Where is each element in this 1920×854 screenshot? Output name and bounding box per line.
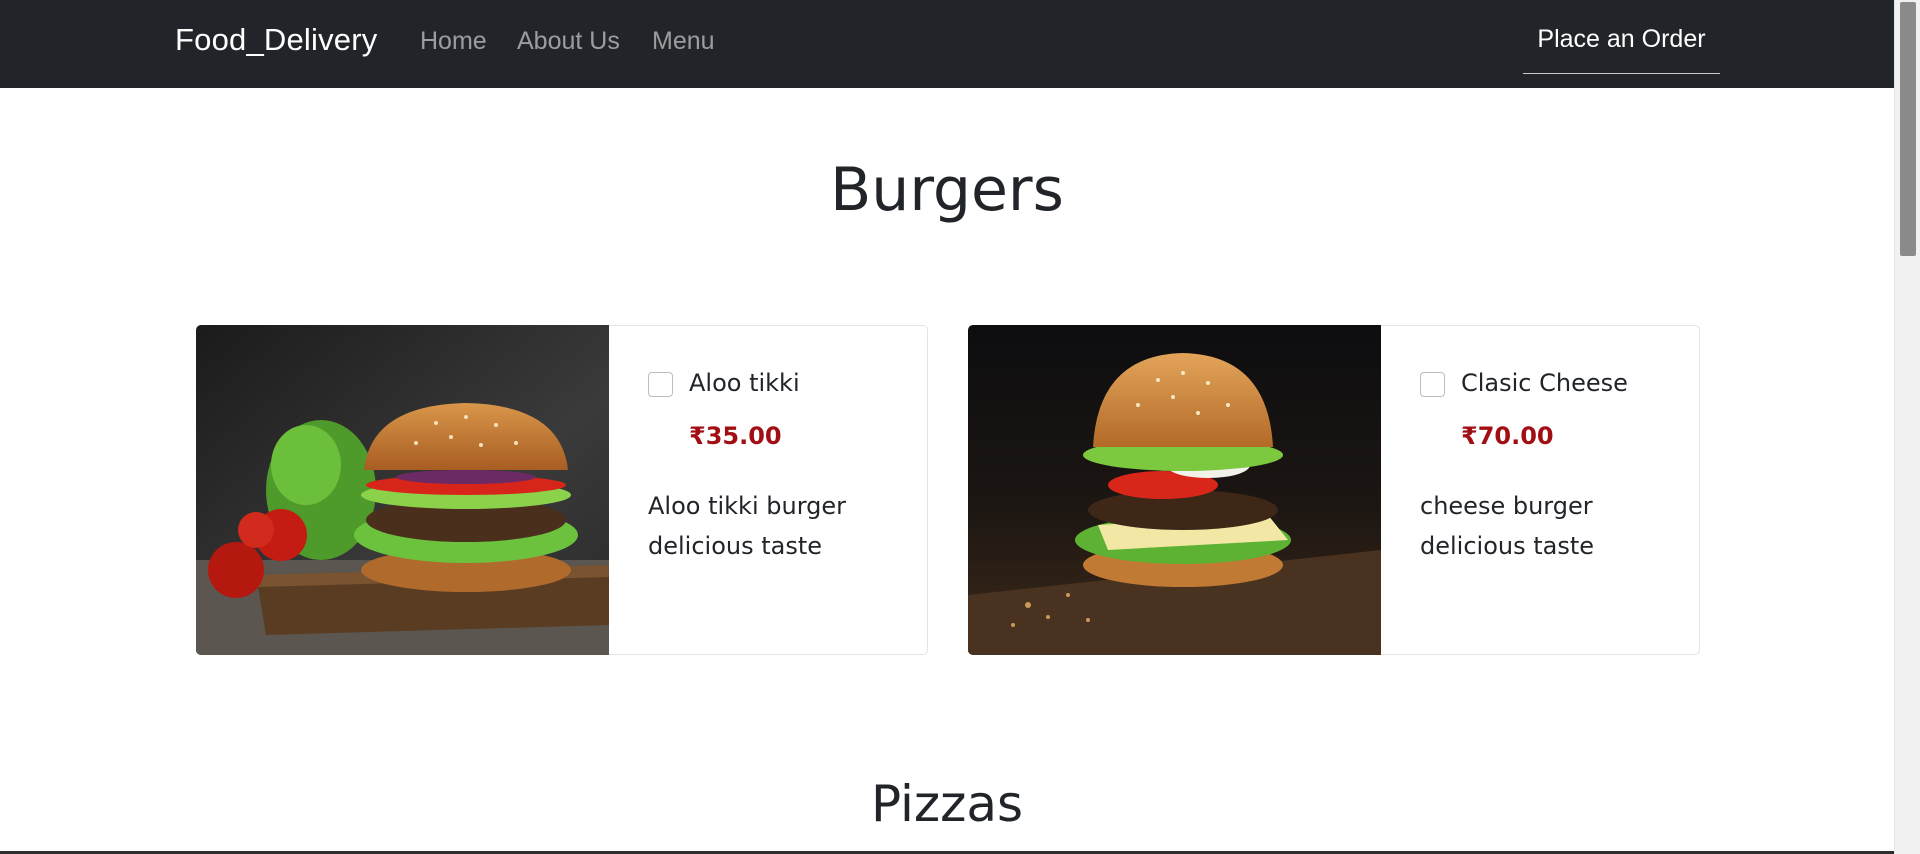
select-item-checkbox[interactable] [648, 372, 673, 397]
menu-card-aloo-tikki: Aloo tikki ₹35.00 Aloo tikki burger deli… [196, 325, 928, 655]
page-scrollbar[interactable] [1894, 0, 1920, 854]
navbar: Food_Delivery Home About Us Menu Place a… [0, 0, 1894, 88]
nav-link-home[interactable]: Home [420, 27, 487, 56]
menu-card-clasic-cheese: Clasic Cheese ₹70.00 cheese burger delic… [968, 325, 1700, 655]
section-title-pizzas: Pizzas [870, 775, 1024, 833]
section-title-burgers: Burgers [830, 155, 1064, 225]
nav-link-about-us[interactable]: About Us [517, 27, 620, 56]
brand-link[interactable]: Food_Delivery [175, 22, 377, 58]
item-name: Clasic Cheese [1461, 369, 1628, 397]
card-body: Aloo tikki ₹35.00 Aloo tikki burger deli… [609, 326, 927, 654]
item-price: ₹35.00 [689, 422, 782, 450]
item-description: cheese burger delicious taste [1420, 492, 1595, 560]
place-order-button[interactable]: Place an Order [1523, 10, 1720, 74]
item-price: ₹70.00 [1461, 422, 1554, 450]
page: Food_Delivery Home About Us Menu Place a… [0, 0, 1894, 854]
scrollbar-thumb[interactable] [1900, 2, 1916, 256]
aloo-tikki-burger-image [196, 325, 609, 655]
cheese-burger-image [968, 325, 1381, 655]
nav-link-menu[interactable]: Menu [652, 27, 715, 56]
select-item-checkbox[interactable] [1420, 372, 1445, 397]
item-description: Aloo tikki burger delicious taste [648, 492, 847, 560]
card-body: Clasic Cheese ₹70.00 cheese burger delic… [1381, 326, 1699, 654]
item-name: Aloo tikki [689, 369, 800, 397]
